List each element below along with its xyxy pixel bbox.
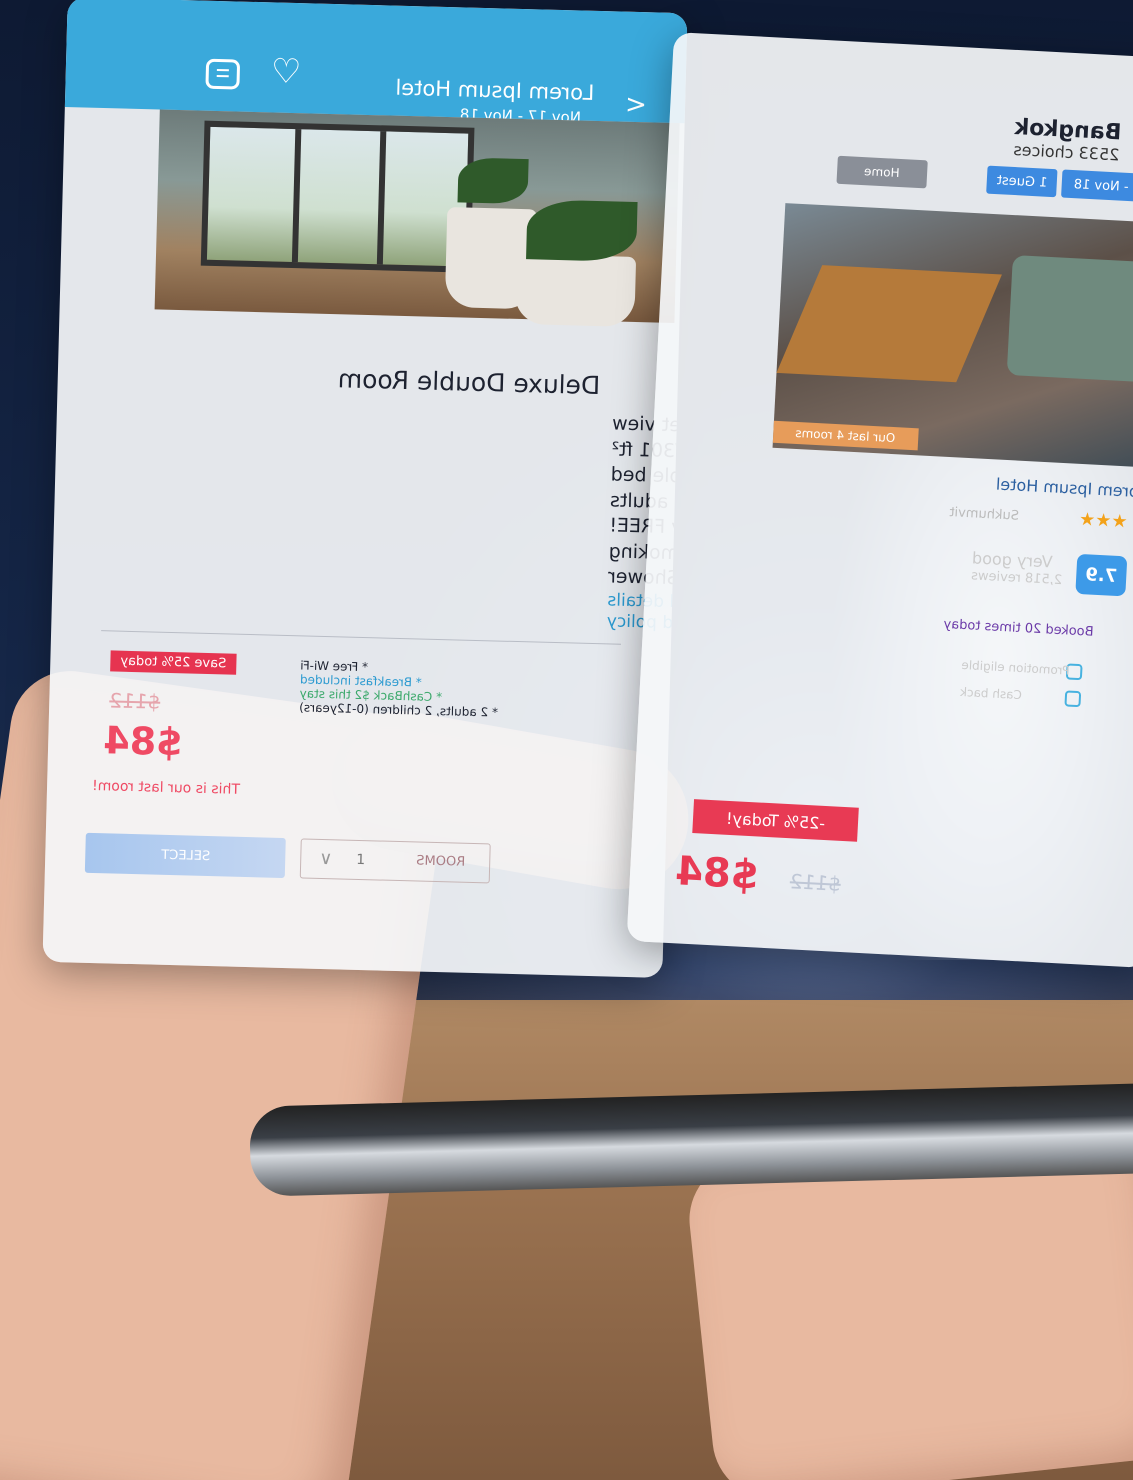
discounted-price: $84 xyxy=(102,718,184,765)
card-header: ♡ Lorem Ipsum Hotel Nov 17 - Nov 18 > xyxy=(64,0,688,127)
window-image xyxy=(200,120,475,273)
plant-leaf xyxy=(526,199,638,263)
amenity-list: * Free Wi-Fi * Breakfast included * Cash… xyxy=(299,658,600,722)
original-price: $112 xyxy=(789,869,842,896)
plant-pot xyxy=(514,253,637,327)
rooms-label: ROOMS xyxy=(416,853,466,870)
hotel-name: Lorem Ipsum Hotel xyxy=(395,75,595,105)
heart-icon[interactable]: ♡ xyxy=(270,51,302,92)
review-score: 7.9 xyxy=(1084,563,1118,587)
discounted-price: $84 xyxy=(674,848,760,899)
rooms-value: 1 xyxy=(356,851,366,869)
cashback-icon xyxy=(1064,690,1082,708)
info-row-text: Promotion eligible xyxy=(961,657,1070,678)
discount-badge-label: -25% Today! xyxy=(725,808,826,833)
hotel-area: Sukhumvit xyxy=(949,505,1020,524)
original-price: $112 xyxy=(109,688,161,714)
hotel-list-card: Bangkok 2533 choices Home 1 Guest Nov 17… xyxy=(626,32,1133,968)
save-badge: Save 25% today xyxy=(110,650,237,675)
rooms-dropdown[interactable]: ∨ 1 ROOMS xyxy=(299,838,491,884)
guests-filter[interactable]: 1 Guest xyxy=(986,165,1058,198)
dates-filter[interactable]: Nov 17 - Nov 18 xyxy=(1061,169,1133,205)
chat-icon[interactable] xyxy=(205,58,241,90)
review-score-badge: 7.9 xyxy=(1075,553,1128,597)
feature-list: * Street view * 28 m²/301 ft² * 1 double… xyxy=(266,403,687,635)
rug-image xyxy=(776,265,1002,383)
sofa-image xyxy=(1006,255,1133,384)
last-room-notice: This is our last room! xyxy=(91,777,241,798)
home-button[interactable]: Home xyxy=(836,155,928,189)
hotel-name-link[interactable]: Lorem Ipsum Hotel xyxy=(995,474,1133,501)
divider xyxy=(101,630,621,645)
chevron-right-icon[interactable]: > xyxy=(625,90,648,121)
last-rooms-badge-label: Our last 4 rooms xyxy=(795,425,897,446)
room-photo xyxy=(154,109,680,327)
booked-today: Booked 20 times today xyxy=(943,616,1094,640)
room-title: Deluxe Double Room xyxy=(337,364,601,401)
discount-badge: -25% Today! xyxy=(692,799,859,842)
guests-filter-label: 1 Guest xyxy=(996,172,1048,191)
dates-filter-label: Nov 17 - Nov 18 xyxy=(1073,176,1133,197)
room-detail-card: ♡ Lorem Ipsum Hotel Nov 17 - Nov 18 > De… xyxy=(42,0,688,978)
chevron-down-icon: ∨ xyxy=(318,847,333,870)
plant-leaf xyxy=(457,157,529,205)
home-button-label: Home xyxy=(864,164,901,181)
select-button-label: SELECT xyxy=(160,847,210,864)
info-row-text: Cash back xyxy=(959,684,1023,703)
select-button[interactable]: SELECT xyxy=(84,832,286,879)
star-rating: ★★★ xyxy=(1078,508,1129,533)
